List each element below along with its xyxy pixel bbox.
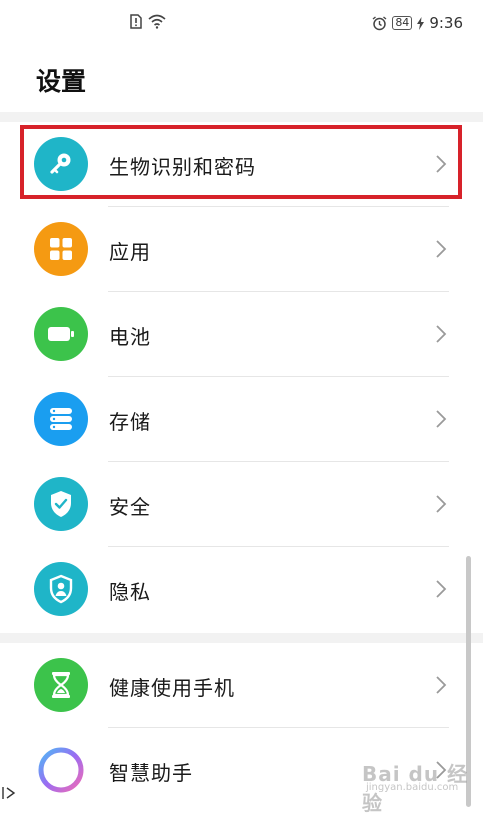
charging-bolt-icon xyxy=(417,16,425,30)
settings-item-biometrics-password[interactable]: 生物识别和密码 xyxy=(0,122,483,207)
settings-item-battery[interactable]: 电池 xyxy=(0,292,483,377)
alarm-icon xyxy=(372,15,387,30)
settings-item-storage[interactable]: 存储 xyxy=(0,377,483,462)
watermark-url: jingyan.baidu.com xyxy=(366,782,459,793)
apps-grid-icon xyxy=(34,222,88,276)
settings-item-security[interactable]: 安全 xyxy=(0,462,483,547)
status-left xyxy=(130,14,166,29)
settings-item-label: 智慧助手 xyxy=(109,761,193,785)
status-bar: 84 9:36 xyxy=(0,0,483,50)
settings-item-label: 应用 xyxy=(109,240,151,264)
sim-alert-icon xyxy=(130,14,142,29)
battery-icon xyxy=(34,307,88,361)
battery-level: 84 xyxy=(392,16,413,30)
clock-time: 9:36 xyxy=(429,14,463,32)
settings-item-label: 健康使用手机 xyxy=(109,676,235,700)
chevron-right-icon xyxy=(436,325,447,343)
status-right: 84 9:36 xyxy=(372,14,463,32)
key-icon xyxy=(34,137,88,191)
chevron-right-icon xyxy=(436,676,447,694)
settings-item-label: 隐私 xyxy=(109,580,151,604)
settings-item-digital-balance[interactable]: 健康使用手机 xyxy=(0,643,483,728)
chevron-right-icon xyxy=(436,495,447,513)
section-divider xyxy=(0,633,483,643)
privacy-shield-icon xyxy=(34,562,88,616)
settings-item-apps[interactable]: 应用 xyxy=(0,207,483,292)
settings-item-label: 电池 xyxy=(109,325,151,349)
chevron-right-icon xyxy=(436,410,447,428)
settings-item-label: 存储 xyxy=(109,410,151,434)
chevron-right-icon xyxy=(436,155,447,173)
wifi-icon xyxy=(148,14,166,29)
settings-list: 生物识别和密码 应用 电池 存储 安全 隐私 xyxy=(0,122,483,632)
settings-item-label: 安全 xyxy=(109,495,151,519)
storage-icon xyxy=(34,392,88,446)
chevron-right-icon xyxy=(436,240,447,258)
hourglass-icon xyxy=(34,658,88,712)
shield-check-icon xyxy=(34,477,88,531)
chevron-right-icon xyxy=(436,580,447,598)
page-title: 设置 xyxy=(36,67,87,96)
play-marker-icon xyxy=(2,787,16,799)
assistant-ring-icon xyxy=(34,743,88,797)
settings-item-privacy[interactable]: 隐私 xyxy=(0,547,483,632)
section-divider xyxy=(0,112,483,122)
settings-item-label: 生物识别和密码 xyxy=(109,155,256,179)
